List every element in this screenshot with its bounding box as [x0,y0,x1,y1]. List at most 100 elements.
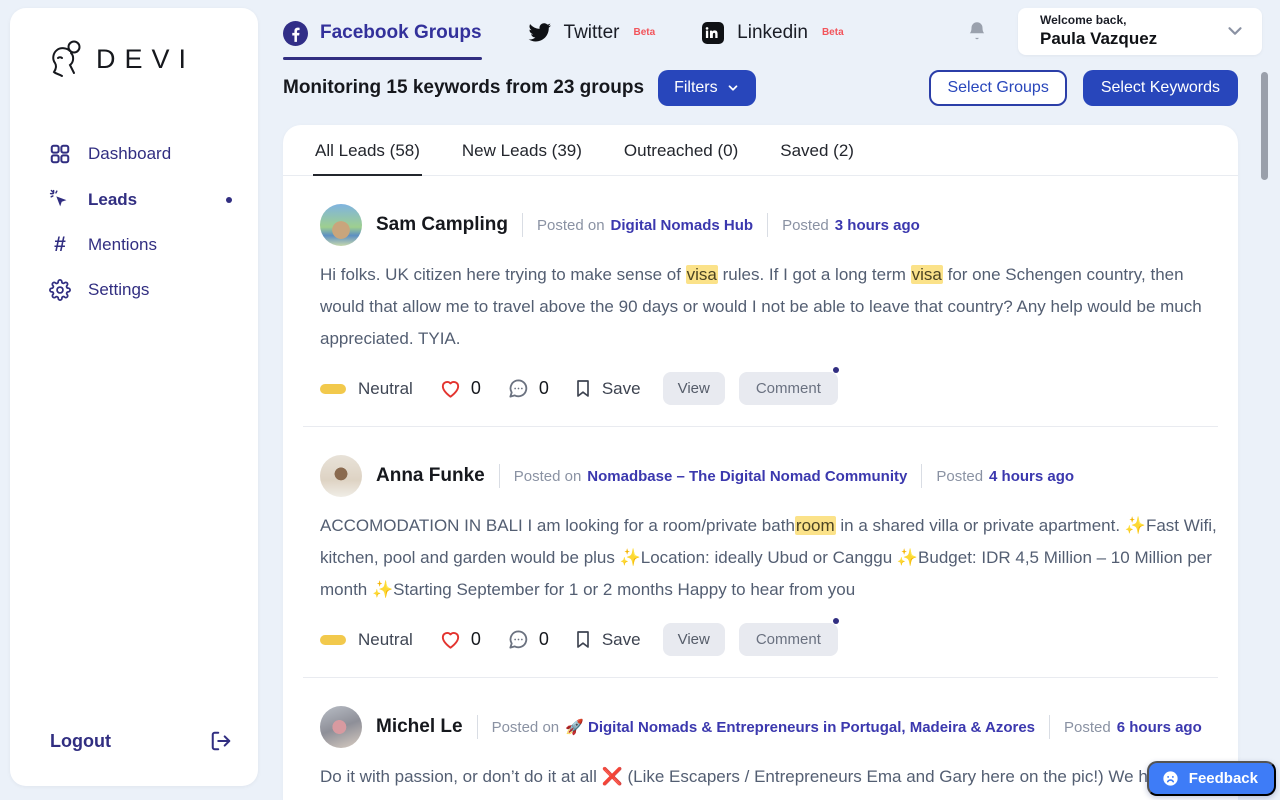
save-label: Save [602,630,641,650]
sidebar-item-label: Settings [88,280,149,300]
leads-list: Sam Campling Posted on Digital Nomads Hu… [283,176,1238,800]
tab-saved[interactable]: Saved (2) [778,125,856,175]
filters-label: Filters [674,79,718,97]
comments-stat: 0 [507,628,549,651]
view-button[interactable]: View [663,623,725,656]
sidebar-item-settings[interactable]: Settings [10,272,258,308]
tab-all-leads[interactable]: All Leads (58) [313,125,422,175]
comment-bubble-icon [507,628,530,651]
lead-actions: Neutral 0 0 [320,372,1218,405]
posted-label: Posted [1064,719,1111,736]
beta-badge: Beta [633,27,655,38]
logout-label: Logout [50,731,111,752]
comment-button[interactable]: Comment [739,623,838,656]
leads-panel: All Leads (58) New Leads (39) Outreached… [283,125,1238,800]
lead-author-name: Sam Campling [376,214,508,236]
tab-label: Facebook Groups [320,22,482,44]
leads-notification-dot [226,197,232,203]
likes-stat: 0 [439,628,481,651]
chevron-down-icon [726,81,740,95]
avatar[interactable] [320,204,362,246]
user-name: Paula Vazquez [1040,28,1157,49]
linkedin-icon [701,21,725,45]
tab-label: Twitter [564,22,620,44]
post-time: 3 hours ago [835,217,920,234]
divider [1049,715,1050,739]
sidebar: DEVI Dashboard Leads [10,8,258,786]
lead-tabs: All Leads (58) New Leads (39) Outreached… [283,125,1238,176]
tab-facebook-groups[interactable]: Facebook Groups [283,3,482,60]
logout-button[interactable]: Logout [10,730,258,786]
posted-on-label: Posted on [492,719,560,736]
comment-label: Comment [756,380,821,397]
group-link[interactable]: Digital Nomads Hub [611,217,754,234]
sidebar-item-label: Dashboard [88,144,171,164]
comment-button[interactable]: Comment [739,372,838,405]
tab-linkedin[interactable]: Linkedin Beta [701,3,843,59]
group-link[interactable]: Nomadbase – The Digital Nomad Community [587,468,907,485]
comments-count: 0 [539,378,549,399]
lead-actions: Neutral 0 0 [320,623,1218,656]
chevron-down-icon [1224,20,1246,42]
comment-bubble-icon [507,377,530,400]
user-menu[interactable]: Welcome back, Paula Vazquez [1018,8,1262,55]
tab-label: Linkedin [737,22,808,44]
group-link[interactable]: 🚀 Digital Nomads & Entrepreneurs in Port… [565,718,1035,736]
lead-author-name: Michel Le [376,716,463,738]
cursor-icon [48,189,72,211]
view-button[interactable]: View [663,372,725,405]
sidebar-item-dashboard[interactable]: Dashboard [10,136,258,172]
select-keywords-button[interactable]: Select Keywords [1083,70,1238,106]
beta-badge: Beta [822,27,844,38]
sidebar-nav: Dashboard Leads # Mentions [10,136,258,308]
select-groups-button[interactable]: Select Groups [929,70,1066,106]
devi-face-icon [46,38,86,80]
comments-count: 0 [539,629,549,650]
notification-bell-icon[interactable] [966,19,988,43]
divider [921,464,922,488]
gear-icon [48,279,72,301]
keyword-highlight: room [795,516,836,535]
sidebar-item-mentions[interactable]: # Mentions [10,228,258,262]
hash-icon: # [48,235,72,255]
comments-stat: 0 [507,377,549,400]
avatar[interactable] [320,706,362,748]
welcome-text: Welcome back, [1040,13,1157,28]
tab-new-leads[interactable]: New Leads (39) [460,125,584,175]
sidebar-item-leads[interactable]: Leads [10,182,258,218]
lead-card: Michel Le Posted on 🚀 Digital Nomads & E… [320,678,1218,800]
sentiment-pill [320,635,346,645]
comment-notification-dot [833,618,839,624]
twitter-icon [528,21,552,45]
comment-notification-dot [833,367,839,373]
feedback-button[interactable]: Feedback [1147,761,1276,796]
keyword-highlight: visa [911,265,943,284]
platform-tabs: Facebook Groups Twitter Beta Linkedin Be… [283,3,844,60]
post-text: ACCOMODATION IN BALI I am looking for a … [320,510,1218,606]
app-title: DEVI [96,44,195,75]
avatar[interactable] [320,455,362,497]
sidebar-item-label: Mentions [88,235,157,255]
grid-icon [48,143,72,165]
heart-icon [439,377,462,400]
bookmark-icon [573,629,593,650]
filters-button[interactable]: Filters [658,70,756,106]
monitoring-summary: Monitoring 15 keywords from 23 groups [283,77,644,99]
divider [499,464,500,488]
lead-header: Anna Funke Posted on Nomadbase – The Dig… [320,455,1218,497]
post-time: 6 hours ago [1117,719,1202,736]
posted-label: Posted [782,217,829,234]
likes-stat: 0 [439,377,481,400]
save-label: Save [602,379,641,399]
tab-outreached[interactable]: Outreached (0) [622,125,740,175]
posted-label: Posted [936,468,983,485]
lead-author-name: Anna Funke [376,465,485,487]
tab-twitter[interactable]: Twitter Beta [528,3,656,59]
save-button[interactable]: Save [573,378,641,399]
sidebar-item-label: Leads [88,190,137,210]
scrollbar[interactable] [1261,72,1268,180]
monitoring-toolbar: Monitoring 15 keywords from 23 groups Fi… [283,70,1238,106]
facebook-icon [283,21,308,46]
likes-count: 0 [471,629,481,650]
save-button[interactable]: Save [573,629,641,650]
